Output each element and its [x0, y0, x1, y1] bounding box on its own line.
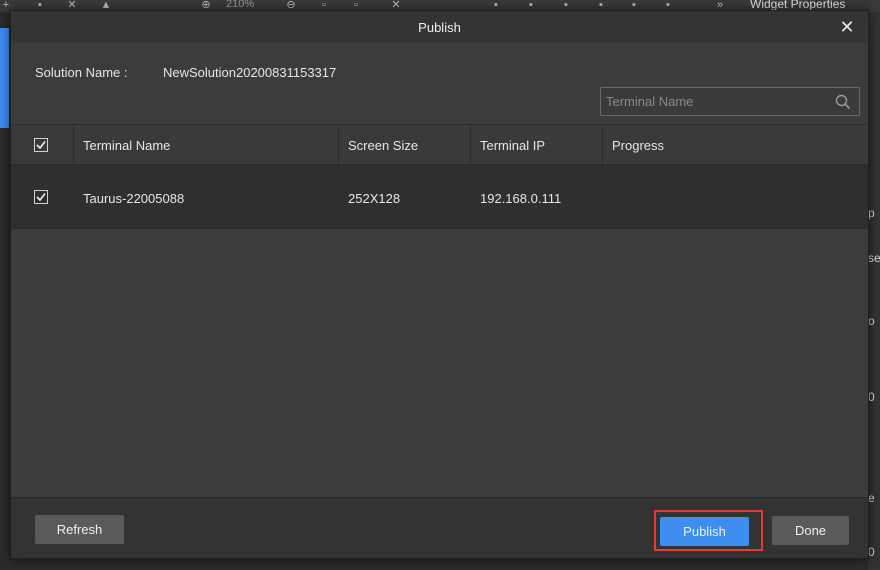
publish-dialog: Publish ✕ Solution Name : NewSolution202…	[10, 10, 869, 559]
header-terminal-name[interactable]: Terminal Name	[83, 138, 170, 153]
double-chevron-right-icon[interactable]: »	[714, 0, 726, 11]
save-icon[interactable]: ▪	[34, 0, 46, 11]
right-panel-fragment: e	[868, 491, 875, 505]
right-panel-fragment: 0	[868, 390, 875, 404]
left-panel-accent	[0, 28, 9, 128]
solution-name-value: NewSolution20200831153317	[163, 65, 337, 80]
close-icon[interactable]: ✕	[66, 0, 78, 11]
right-panel-fragment: se	[868, 251, 880, 265]
layer-icon[interactable]: ▪	[490, 0, 502, 11]
check-icon	[36, 141, 46, 150]
column-divider	[470, 125, 471, 165]
column-divider	[602, 125, 603, 165]
solution-name-label: Solution Name :	[35, 65, 128, 80]
close-icon[interactable]: ✕	[838, 18, 856, 36]
delete-icon[interactable]: ✕	[390, 0, 402, 11]
dialog-title: Publish	[418, 20, 461, 35]
row-terminal-ip: 192.168.0.111	[480, 191, 562, 206]
terminal-search-box[interactable]	[600, 87, 860, 116]
right-panel-fragment: 0	[868, 545, 875, 559]
right-panel-fragment: p	[868, 206, 875, 220]
align-icon[interactable]: ▫	[350, 0, 362, 11]
zoom-level: 210%	[226, 0, 255, 10]
terminal-search-input[interactable]	[601, 88, 831, 115]
done-button[interactable]: Done	[772, 516, 849, 545]
right-panel-fragment: o	[868, 314, 875, 328]
publish-button[interactable]: Publish	[660, 517, 749, 546]
dialog-titlebar[interactable]: Publish ✕	[11, 11, 868, 43]
table-header: Terminal Name Screen Size Terminal IP Pr…	[11, 124, 868, 165]
right-properties-panel	[868, 12, 880, 570]
header-progress[interactable]: Progress	[612, 138, 664, 153]
select-all-checkbox[interactable]	[34, 138, 48, 152]
column-divider	[73, 125, 74, 165]
layer-icon[interactable]: ▪	[628, 0, 640, 11]
zoom-out-icon[interactable]: ⊖	[285, 0, 297, 11]
fit-icon[interactable]: ▫	[318, 0, 330, 11]
search-icon[interactable]	[835, 94, 851, 110]
check-icon	[36, 193, 46, 202]
add-icon[interactable]: +	[0, 0, 12, 11]
refresh-button[interactable]: Refresh	[35, 515, 124, 544]
row-checkbox[interactable]	[34, 190, 48, 204]
header-terminal-ip[interactable]: Terminal IP	[480, 138, 545, 153]
dialog-footer: Refresh Publish Done	[11, 497, 868, 558]
layer-icon[interactable]: ▪	[560, 0, 572, 11]
row-terminal-name: Taurus-22005088	[83, 191, 185, 206]
table-empty-area	[11, 229, 868, 497]
layer-icon[interactable]: ▪	[595, 0, 607, 11]
column-divider	[338, 125, 339, 165]
layer-icon[interactable]: ▪	[525, 0, 537, 11]
arrow-up-icon[interactable]: ▲	[100, 0, 112, 11]
row-screen-size: 252X128	[348, 191, 401, 206]
header-screen-size[interactable]: Screen Size	[348, 138, 418, 153]
table-row[interactable]: Taurus-22005088 252X128 192.168.0.111	[11, 164, 868, 229]
layer-icon[interactable]: ▪	[662, 0, 674, 11]
zoom-in-icon[interactable]: ⊕	[200, 0, 212, 11]
